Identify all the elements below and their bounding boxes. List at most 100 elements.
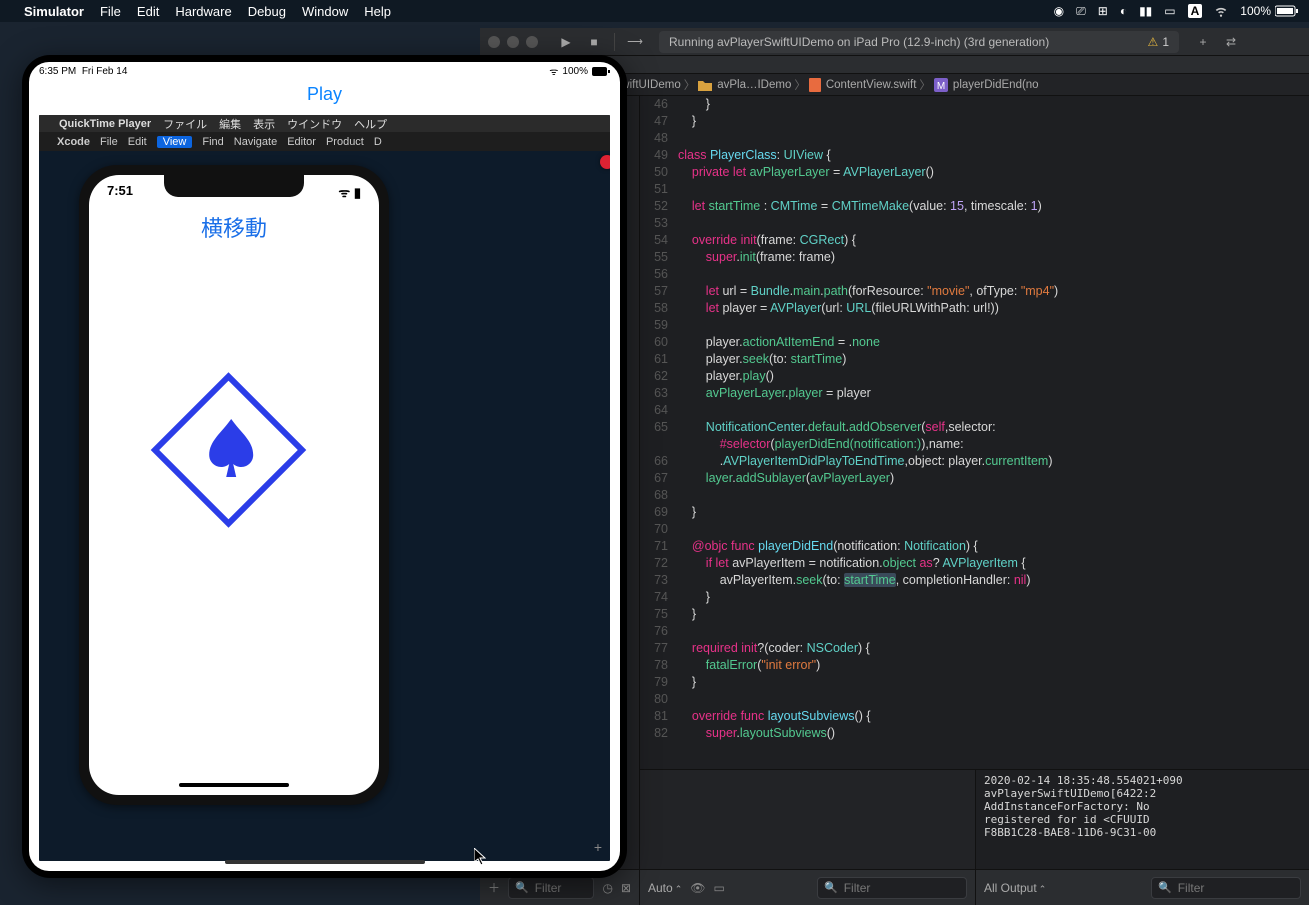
ipad-screen[interactable]: 6:35 PM Fri Feb 14 ᯤ 100% Play QuickTime…	[29, 62, 620, 871]
run-button[interactable]: ▶	[555, 32, 577, 52]
add-button[interactable]: ＋	[488, 879, 500, 896]
code-line[interactable]: 49class PlayerClass: UIView {	[640, 147, 1309, 164]
code-line[interactable]: 55 super.init(frame: frame)	[640, 249, 1309, 266]
code-line[interactable]: 68	[640, 487, 1309, 504]
code-line[interactable]: 51	[640, 181, 1309, 198]
ipad-status-bar: 6:35 PM Fri Feb 14 ᯤ 100%	[29, 64, 620, 78]
code-line[interactable]: 81 override func layoutSubviews() {	[640, 708, 1309, 725]
scm-icon[interactable]: ⊠	[621, 881, 631, 895]
jumpbar-file[interactable]: ContentView.swift	[809, 78, 917, 92]
menu-debug[interactable]: Debug	[248, 4, 286, 19]
code-line[interactable]: 70	[640, 521, 1309, 538]
play-button[interactable]: Play	[29, 78, 620, 115]
inner-iphone-screen: 7:51 ᯤ ▮ 横移動	[89, 175, 379, 795]
eye-icon[interactable]: 👁	[690, 881, 705, 895]
code-line[interactable]: 50 private let avPlayerLayer = AVPlayerL…	[640, 164, 1309, 181]
clock-icon[interactable]: ◷	[602, 881, 612, 895]
code-line[interactable]: 48	[640, 130, 1309, 147]
code-line[interactable]: 76	[640, 623, 1309, 640]
code-line[interactable]: 54 override init(frame: CGRect) {	[640, 232, 1309, 249]
search-icon: 🔍	[515, 881, 529, 894]
code-line[interactable]: 52 let startTime : CMTime = CMTimeMake(v…	[640, 198, 1309, 215]
navigator-filter[interactable]: 🔍 Filter	[508, 877, 594, 899]
ipad-time: 6:35 PM	[39, 66, 76, 77]
filter-placeholder-3: Filter	[1178, 881, 1205, 895]
code-line[interactable]: 47 }	[640, 113, 1309, 130]
add-icon: +	[594, 839, 602, 855]
code-line[interactable]: 59	[640, 317, 1309, 334]
code-line[interactable]: 80	[640, 691, 1309, 708]
code-line[interactable]: 61 player.seek(to: startTime)	[640, 351, 1309, 368]
all-output-dropdown[interactable]: All Output⌃	[984, 881, 1046, 895]
code-line[interactable]: 58 let player = AVPlayer(url: URL(fileUR…	[640, 300, 1309, 317]
code-line[interactable]: 64	[640, 402, 1309, 419]
inner-time: 7:51	[107, 183, 133, 201]
code-line[interactable]: 78 fatalError("init error")	[640, 657, 1309, 674]
quicklook-icon[interactable]: ▭	[713, 881, 724, 895]
xcode-toolbar: ▶ ■ ⟶ Running avPlayerSwiftUIDemo on iPa…	[480, 28, 1309, 56]
macos-menubar: Simulator File Edit Hardware Debug Windo…	[0, 0, 1309, 22]
code-line[interactable]: 62 player.play()	[640, 368, 1309, 385]
search-icon: 🔍	[1158, 881, 1172, 894]
activity-status[interactable]: Running avPlayerSwiftUIDemo on iPad Pro …	[659, 31, 1179, 53]
source-editor[interactable]: 46 }47 }4849class PlayerClass: UIView {5…	[640, 96, 1309, 869]
mouse-cursor-icon	[474, 848, 486, 866]
inner-view-menu-selected: View	[157, 136, 193, 148]
video-player-view[interactable]: QuickTime Player ファイル 編集 表示 ウインドウ ヘルプ Xc…	[39, 115, 610, 861]
warnings-indicator[interactable]: ⚠ 1	[1148, 35, 1169, 49]
debug-area: 2020-02-14 18:35:48.554021+090 avPlayerS…	[640, 769, 1309, 869]
code-line[interactable]: 69 }	[640, 504, 1309, 521]
jumpbar-symbol[interactable]: M playerDidEnd(no	[934, 78, 1039, 92]
code-line[interactable]: 77 required init?(coder: NSCoder) {	[640, 640, 1309, 657]
code-line[interactable]: 57 let url = Bundle.main.path(forResourc…	[640, 283, 1309, 300]
tray-icon-3[interactable]: ◐	[1120, 4, 1127, 18]
code-line[interactable]: 74 }	[640, 589, 1309, 606]
code-line[interactable]: 66 .AVPlayerItemDidPlayToEndTime,object:…	[640, 453, 1309, 470]
add-editor-button[interactable]: +	[1192, 32, 1214, 52]
variables-view[interactable]	[640, 770, 976, 869]
menu-help[interactable]: Help	[364, 4, 391, 19]
tray-icon-1[interactable]: ⎚	[1076, 4, 1086, 19]
battery-status[interactable]: 100%	[1240, 4, 1299, 18]
code-line[interactable]: 73 avPlayerItem.seek(to: startTime, comp…	[640, 572, 1309, 589]
simulator-window[interactable]: 6:35 PM Fri Feb 14 ᯤ 100% Play QuickTime…	[22, 55, 627, 878]
code-line[interactable]: 60 player.actionAtItemEnd = .none	[640, 334, 1309, 351]
code-line[interactable]: 75 }	[640, 606, 1309, 623]
tray-icon-2[interactable]: ⊞	[1098, 4, 1108, 18]
inner-status-icons: ᯤ ▮	[338, 183, 361, 201]
menu-window[interactable]: Window	[302, 4, 348, 19]
code-review-button[interactable]: ⇄	[1220, 32, 1242, 52]
auto-dropdown[interactable]: Auto⌃	[648, 881, 682, 895]
menubar-tray: ◉ ⎚ ⊞ ◐ ▮▮ ▭ A 100%	[1054, 4, 1299, 19]
code-line[interactable]: 56	[640, 266, 1309, 283]
tray-icon-4[interactable]: ▮▮	[1139, 4, 1152, 18]
menubar-app-name[interactable]: Simulator	[24, 4, 84, 19]
code-line[interactable]: 79 }	[640, 674, 1309, 691]
code-line[interactable]: 65 NotificationCenter.default.addObserve…	[640, 419, 1309, 436]
code-line[interactable]: 82 super.layoutSubviews()	[640, 725, 1309, 742]
inner-iphone-frame: 7:51 ᯤ ▮ 横移動	[79, 165, 389, 805]
input-source-icon[interactable]: A	[1188, 4, 1203, 18]
console-filter[interactable]: 🔍 Filter	[1151, 877, 1301, 899]
menu-edit[interactable]: Edit	[137, 4, 159, 19]
window-traffic-lights[interactable]	[488, 36, 538, 48]
console-output[interactable]: 2020-02-14 18:35:48.554021+090 avPlayerS…	[976, 770, 1309, 869]
code-line[interactable]: 72 if let avPlayerItem = notification.ob…	[640, 555, 1309, 572]
wifi-icon[interactable]	[1214, 4, 1228, 18]
code-line[interactable]: 46 }	[640, 96, 1309, 113]
code-line[interactable]: 67 layer.addSublayer(avPlayerLayer)	[640, 470, 1309, 487]
scheme-selector[interactable]: ⟶	[624, 32, 646, 52]
variables-filter[interactable]: 🔍 Filter	[817, 877, 967, 899]
code-line[interactable]: 53	[640, 215, 1309, 232]
code-line[interactable]: #selector(playerDidEnd(notification:)),n…	[640, 436, 1309, 453]
screen-mirror-icon[interactable]: ▭	[1164, 4, 1175, 18]
code-line[interactable]: 63 avPlayerLayer.player = player	[640, 385, 1309, 402]
quicktime-menubar: QuickTime Player ファイル 編集 表示 ウインドウ ヘルプ	[39, 115, 610, 132]
ipad-home-indicator[interactable]	[225, 860, 425, 864]
stop-button[interactable]: ■	[583, 32, 605, 52]
jumpbar-folder[interactable]: avPla…IDemo	[698, 79, 791, 91]
record-icon[interactable]: ◉	[1054, 4, 1064, 18]
code-line[interactable]: 71 @objc func playerDidEnd(notification:…	[640, 538, 1309, 555]
menu-hardware[interactable]: Hardware	[175, 4, 231, 19]
menu-file[interactable]: File	[100, 4, 121, 19]
